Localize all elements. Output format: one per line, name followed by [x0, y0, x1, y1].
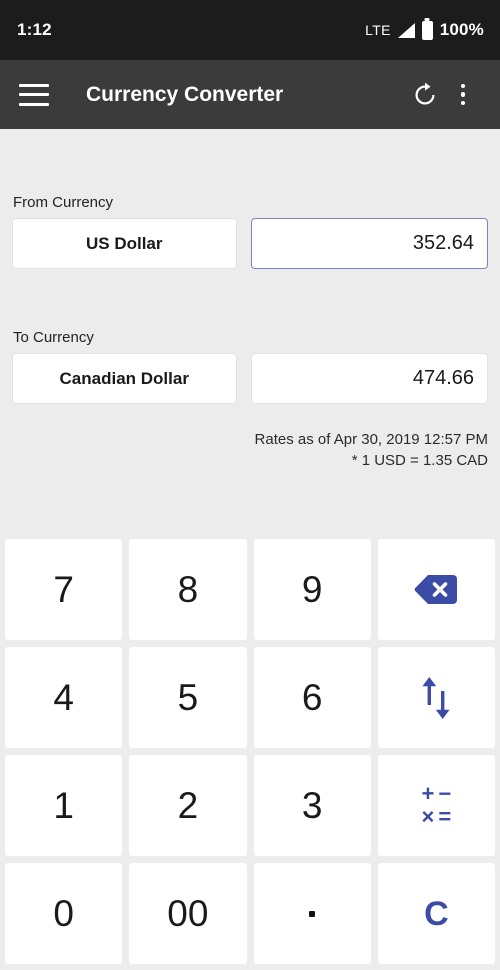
- from-currency-value: US Dollar: [85, 233, 163, 253]
- to-currency-row: Canadian Dollar 474.66: [12, 353, 488, 404]
- overflow-menu-icon: [460, 83, 466, 106]
- to-currency-group: To Currency Canadian Dollar 474.66: [12, 329, 488, 404]
- status-bar: 1:12 LTE 100%: [0, 0, 500, 60]
- from-currency-label: From Currency: [13, 194, 114, 211]
- swap-currencies-key[interactable]: [376, 646, 496, 749]
- to-amount-input[interactable]: 474.66: [250, 353, 488, 404]
- to-amount-value: 474.66: [412, 367, 474, 389]
- to-currency-selector[interactable]: Canadian Dollar: [12, 353, 237, 404]
- network-type-label: LTE: [365, 22, 391, 38]
- key-label: 4: [53, 677, 74, 718]
- key-label: 3: [301, 785, 323, 826]
- key-decimal-point[interactable]: [252, 862, 372, 965]
- decimal-point-icon: [309, 910, 316, 917]
- battery-percent-label: 100%: [439, 20, 484, 39]
- refresh-button[interactable]: [406, 76, 444, 114]
- key-label: C: [424, 894, 449, 933]
- key-6[interactable]: 6: [252, 646, 372, 749]
- key-double-zero[interactable]: 00: [128, 862, 248, 965]
- rates-info: Rates as of Apr 30, 2019 12:57 PM * 1 US…: [0, 429, 500, 472]
- clear-key[interactable]: C: [376, 862, 496, 965]
- math-operators-icon: + − × =: [422, 783, 452, 828]
- backspace-icon: [415, 575, 458, 604]
- key-4[interactable]: 4: [4, 646, 124, 749]
- from-amount-value: 352.64: [412, 232, 474, 254]
- key-label: 5: [177, 677, 199, 718]
- numeric-keypad: 7 8 9 4 5 6 1 2 3 + − × = 0 00 C: [0, 538, 500, 970]
- key-label: 2: [177, 785, 199, 826]
- key-5[interactable]: 5: [128, 646, 248, 749]
- battery-full-icon: [421, 20, 433, 40]
- overflow-menu-button[interactable]: [444, 76, 482, 114]
- signal-triangle-icon: [397, 22, 415, 38]
- backspace-key[interactable]: [376, 538, 496, 641]
- from-currency-row: US Dollar 352.64: [12, 218, 488, 269]
- math-symbol: −: [438, 781, 452, 806]
- math-symbol: +: [421, 781, 435, 806]
- converter-form: From Currency US Dollar 352.64 To Curren…: [0, 129, 500, 404]
- refresh-icon: [415, 82, 435, 104]
- key-label: 9: [301, 569, 323, 610]
- math-operators-key[interactable]: + − × =: [376, 754, 496, 857]
- key-2[interactable]: 2: [128, 754, 248, 857]
- status-indicators: LTE 100%: [365, 20, 484, 40]
- key-label: 7: [53, 569, 74, 610]
- rates-conversion: * 1 USD = 1.35 CAD: [351, 452, 488, 470]
- from-currency-group: From Currency US Dollar 352.64: [12, 194, 488, 269]
- key-label: 00: [167, 893, 209, 934]
- key-label: 1: [53, 785, 74, 826]
- key-label: 8: [177, 569, 199, 610]
- status-time: 1:12: [17, 20, 52, 39]
- page-title: Currency Converter: [86, 82, 284, 106]
- key-8[interactable]: 8: [128, 538, 248, 641]
- to-currency-label: To Currency: [13, 329, 94, 346]
- from-currency-selector[interactable]: US Dollar: [12, 218, 237, 269]
- hamburger-menu-icon[interactable]: [19, 83, 49, 106]
- math-symbol: =: [438, 804, 452, 829]
- to-currency-value: Canadian Dollar: [59, 368, 189, 388]
- key-9[interactable]: 9: [252, 538, 372, 641]
- key-label: 0: [53, 893, 74, 934]
- currency-converter-app: 1:12 LTE 100% Currency Converter From Cu…: [0, 0, 500, 970]
- app-bar: Currency Converter: [0, 60, 500, 129]
- key-3[interactable]: 3: [252, 754, 372, 857]
- key-1[interactable]: 1: [4, 754, 124, 857]
- math-symbol: ×: [421, 804, 435, 829]
- rates-timestamp: Rates as of Apr 30, 2019 12:57 PM: [254, 431, 488, 448]
- key-7[interactable]: 7: [4, 538, 124, 641]
- swap-arrows-icon: [422, 676, 450, 719]
- key-0[interactable]: 0: [4, 862, 124, 965]
- from-amount-input[interactable]: 352.64: [250, 218, 488, 269]
- top-spacer: [12, 129, 488, 194]
- key-label: 6: [301, 677, 323, 718]
